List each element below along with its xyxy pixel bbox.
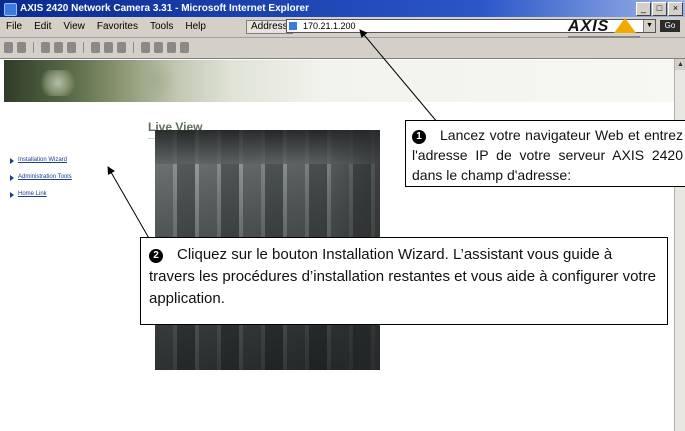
banner-image: [36, 70, 80, 96]
administration-tools-link[interactable]: Administration Tools: [10, 174, 72, 181]
step-number-2: 2: [149, 249, 163, 263]
step-1-text: Lancez votre navigateur Web et entrez l'…: [412, 127, 683, 183]
search-icon[interactable]: [91, 42, 100, 53]
axis-logo-tagline: [568, 36, 640, 38]
side-navigation: Installation Wizard Administration Tools…: [10, 157, 72, 208]
page-icon: [289, 22, 297, 30]
step-number-1: 1: [412, 130, 426, 144]
menu-help[interactable]: Help: [185, 21, 206, 32]
mail-icon[interactable]: [141, 42, 150, 53]
toolbar-separator: [83, 42, 84, 53]
chevron-down-icon[interactable]: ▼: [643, 20, 655, 32]
menu-favorites[interactable]: Favorites: [97, 21, 138, 32]
close-button[interactable]: ×: [668, 2, 683, 16]
favorites-icon[interactable]: [104, 42, 113, 53]
go-button[interactable]: Go: [660, 20, 680, 32]
vertical-scrollbar[interactable]: ▲: [674, 59, 685, 431]
header-banner: [4, 60, 674, 102]
window-controls: _ □ ×: [636, 2, 683, 16]
menu-edit[interactable]: Edit: [34, 21, 51, 32]
home-icon[interactable]: [67, 42, 76, 53]
minimize-button[interactable]: _: [636, 2, 651, 16]
installation-wizard-link[interactable]: Installation Wizard: [10, 157, 72, 164]
edit-icon[interactable]: [167, 42, 176, 53]
axis-logo-triangle-icon: [614, 18, 636, 33]
menu-items: File Edit View Favorites Tools Help: [6, 21, 206, 32]
forward-icon[interactable]: [17, 42, 26, 53]
address-value[interactable]: 170.21.1.200: [303, 21, 356, 31]
toolbar-separator: [33, 42, 34, 53]
menu-file[interactable]: File: [6, 21, 22, 32]
callout-step-1: 1 Lancez votre navigateur Web et entrez l…: [405, 120, 685, 187]
internet-explorer-icon: [4, 3, 17, 16]
menu-tools[interactable]: Tools: [150, 21, 173, 32]
toolbar-icons: [4, 42, 189, 53]
axis-logo: AXIS: [568, 18, 610, 35]
window-title: AXIS 2420 Network Camera 3.31 - Microsof…: [20, 3, 309, 14]
banner-image-detail: [124, 64, 184, 98]
maximize-button[interactable]: □: [652, 2, 667, 16]
callout-step-2: 2 Cliquez sur le bouton Installation Wiza…: [140, 237, 668, 325]
scroll-up-icon[interactable]: ▲: [675, 59, 685, 70]
discuss-icon[interactable]: [180, 42, 189, 53]
stop-icon[interactable]: [41, 42, 50, 53]
back-icon[interactable]: [4, 42, 13, 53]
browser-toolbar: [0, 38, 685, 59]
step-2-text: Cliquez sur le bouton Installation Wizar…: [149, 246, 656, 307]
window-titlebar: AXIS 2420 Network Camera 3.31 - Microsof…: [0, 0, 685, 17]
history-icon[interactable]: [117, 42, 126, 53]
refresh-icon[interactable]: [54, 42, 63, 53]
menu-view[interactable]: View: [63, 21, 85, 32]
toolbar-separator: [133, 42, 134, 53]
print-icon[interactable]: [154, 42, 163, 53]
home-link[interactable]: Home Link: [10, 191, 72, 198]
